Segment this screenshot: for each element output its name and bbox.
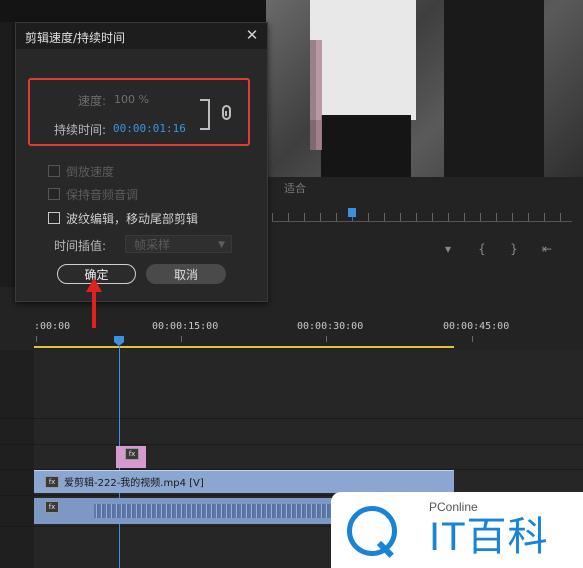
time-tick <box>36 336 37 342</box>
watermark: PConline IT百科 <box>331 492 583 568</box>
watermark-name: IT百科 <box>429 515 549 559</box>
speed-value[interactable]: 100 % <box>114 93 149 106</box>
maintain-pitch-label: 保持音频音调 <box>66 188 139 202</box>
video-clip[interactable]: fx 爱剪辑-222-我的视频.mp4 [V] <box>34 470 454 493</box>
monitor-playhead[interactable] <box>348 208 356 217</box>
maintain-pitch-checkbox[interactable] <box>48 188 60 200</box>
link-bracket <box>200 99 210 130</box>
close-icon[interactable]: ✕ <box>244 26 260 44</box>
video-frame-person-left <box>310 0 416 120</box>
duration-label: 持续时间: <box>53 123 106 137</box>
monitor-ruler[interactable] <box>272 213 572 222</box>
work-area-bar[interactable] <box>34 346 454 348</box>
mosaic-blur <box>310 40 322 150</box>
interpolation-label: 时间插值: <box>53 239 106 253</box>
dialog-title: 剪辑速度/持续时间 <box>25 31 126 45</box>
ripple-edit-checkbox[interactable] <box>48 212 60 224</box>
fx-badge-icon: fx <box>125 448 139 460</box>
timecode-label: 00:00:15:00 <box>152 321 219 332</box>
clip-speed-duration-dialog: 剪辑速度/持续时间 ✕ 速度: 100 % 持续时间: 00:00:01:16 … <box>15 22 268 302</box>
go-to-in-icon[interactable]: ⇤ <box>540 242 554 256</box>
link-icon[interactable] <box>222 105 231 120</box>
clip-name: 爱剪辑-222-我的视频.mp4 [V] <box>64 478 204 489</box>
watermark-brand: PConline <box>429 500 478 514</box>
duration-value[interactable]: 00:00:01:16 <box>113 122 186 135</box>
ripple-edit-label: 波纹编辑，移动尾部剪辑 <box>66 212 199 226</box>
time-tick <box>181 336 182 342</box>
reverse-speed-label: 倒放速度 <box>66 165 115 179</box>
track-divider <box>0 444 583 445</box>
marker-icon[interactable]: ▾ <box>441 242 455 256</box>
time-tick <box>326 336 327 342</box>
timecode-label: 00:00:45:00 <box>443 321 510 332</box>
mark-out-icon[interactable]: } <box>507 242 521 256</box>
fit-dropdown[interactable]: 适合 <box>284 180 360 196</box>
reverse-speed-checkbox[interactable] <box>48 165 60 177</box>
chevron-down-icon: ▼ <box>218 240 225 250</box>
fx-badge-icon: fx <box>45 476 59 488</box>
mark-in-icon[interactable]: { <box>475 242 489 256</box>
interpolation-select[interactable]: 帧采样 ▼ <box>125 235 232 253</box>
annotation-arrow-shaft <box>92 288 96 328</box>
interpolation-value: 帧采样 <box>134 238 171 252</box>
time-tick <box>472 336 473 342</box>
speed-label: 速度: <box>77 94 106 108</box>
track-divider <box>0 418 583 419</box>
timecode-label: :00:00 <box>34 321 71 332</box>
video-frame-person-right <box>444 0 544 177</box>
video-frame-person-left-legs <box>321 115 411 177</box>
track-headers <box>0 350 35 568</box>
ok-button[interactable]: 确定 <box>57 264 136 284</box>
cancel-button[interactable]: 取消 <box>146 264 226 284</box>
program-monitor-video <box>266 0 583 177</box>
fx-badge-icon: fx <box>45 501 59 513</box>
adjustment-clip[interactable]: fx <box>116 446 146 468</box>
timecode-label: 00:00:30:00 <box>297 321 364 332</box>
dialog-titlebar[interactable]: 剪辑速度/持续时间 ✕ <box>16 23 267 49</box>
